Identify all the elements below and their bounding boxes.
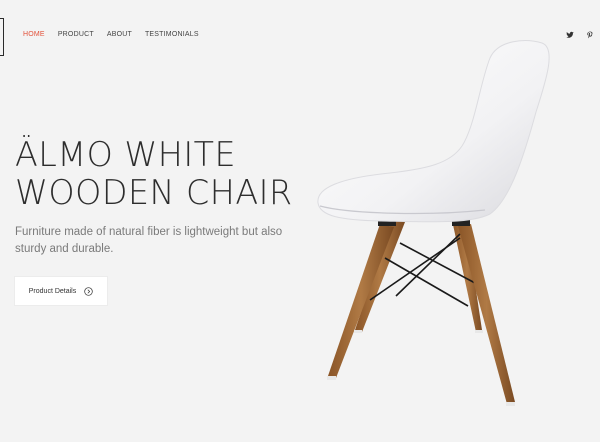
logo-frame[interactable] xyxy=(0,18,4,56)
hero-title: ÄLMO WHITE WOODEN CHAIR xyxy=(15,136,293,212)
hero-title-line1: ÄLMO WHITE xyxy=(15,135,237,175)
nav-item-testimonials[interactable]: TESTIMONIALS xyxy=(145,31,199,38)
hero-title-line2: WOODEN CHAIR xyxy=(15,173,293,213)
chair-product-image xyxy=(317,40,550,406)
nav-item-product[interactable]: PRODUCT xyxy=(58,31,94,38)
twitter-icon[interactable] xyxy=(566,31,574,39)
social-links xyxy=(566,31,594,39)
hero-description: Furniture made of natural fiber is light… xyxy=(15,226,283,255)
product-details-button[interactable]: Product Details xyxy=(15,277,107,305)
nav-item-about[interactable]: ABOUT xyxy=(107,31,132,38)
nav-item-home[interactable]: HOME xyxy=(23,31,45,38)
main-nav: HOME PRODUCT ABOUT TESTIMONIALS xyxy=(23,31,212,38)
product-details-label: Product Details xyxy=(28,287,77,295)
arrow-circle-icon xyxy=(84,286,93,296)
pinterest-icon[interactable] xyxy=(586,31,594,39)
